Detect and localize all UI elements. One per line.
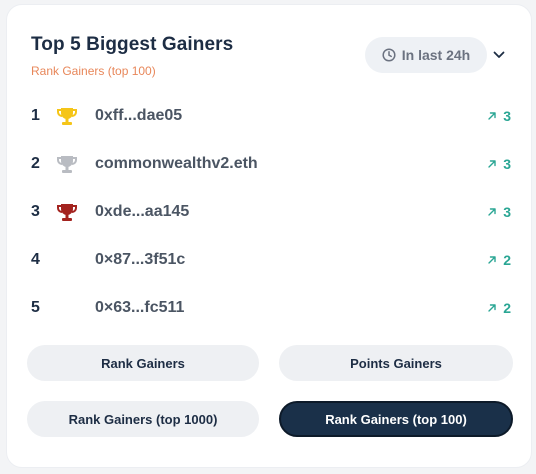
gainer-row-1[interactable]: 1 0xff...dae05 3 bbox=[7, 97, 533, 137]
card-subtitle: Rank Gainers (top 100) bbox=[31, 64, 156, 78]
bronze-trophy-icon bbox=[55, 201, 79, 225]
gainer-name[interactable]: 0xff...dae05 bbox=[95, 107, 182, 125]
points-gainers-button[interactable]: Points Gainers bbox=[279, 345, 513, 381]
rank-change-value: 2 bbox=[503, 252, 511, 268]
arrow-up-right-icon bbox=[487, 111, 497, 121]
card-title: Top 5 Biggest Gainers bbox=[31, 34, 234, 55]
period-label: In last 24h bbox=[401, 47, 471, 63]
rank-number: 3 bbox=[31, 203, 40, 220]
rank-change-value: 2 bbox=[503, 300, 511, 316]
rank-number: 1 bbox=[31, 107, 40, 124]
arrow-up-right-icon bbox=[487, 255, 497, 265]
rank-gainers-button[interactable]: Rank Gainers bbox=[27, 345, 259, 381]
gold-trophy-icon bbox=[55, 105, 79, 129]
chevron-down-icon[interactable] bbox=[490, 46, 508, 64]
gainer-name[interactable]: 0xde...aa145 bbox=[95, 203, 189, 221]
arrow-up-right-icon bbox=[487, 159, 497, 169]
rank-number: 5 bbox=[31, 299, 40, 316]
rank-change: 2 bbox=[487, 300, 511, 316]
top-gainers-card: Top 5 Biggest Gainers Rank Gainers (top … bbox=[6, 4, 532, 468]
arrow-up-right-icon bbox=[487, 303, 497, 313]
rank-change: 3 bbox=[487, 204, 511, 220]
gainer-name[interactable]: 0×87...3f51c bbox=[95, 251, 185, 269]
gainer-name[interactable]: 0×63...fc511 bbox=[95, 299, 184, 317]
gainer-row-4[interactable]: 4 0×87...3f51c 2 bbox=[7, 241, 533, 281]
gainer-row-3[interactable]: 3 0xde...aa145 3 bbox=[7, 193, 533, 233]
gainer-row-5[interactable]: 5 0×63...fc511 2 bbox=[7, 289, 533, 329]
rank-gainers-top-1000-button[interactable]: Rank Gainers (top 1000) bbox=[27, 401, 259, 437]
rank-gainers-top-100-button[interactable]: Rank Gainers (top 100) bbox=[279, 401, 513, 437]
rank-change: 3 bbox=[487, 108, 511, 124]
gainer-row-2[interactable]: 2 commonwealthv2.eth 3 bbox=[7, 145, 533, 185]
rank-number: 4 bbox=[31, 251, 40, 268]
rank-change: 3 bbox=[487, 156, 511, 172]
rank-change-value: 3 bbox=[503, 108, 511, 124]
silver-trophy-icon bbox=[55, 153, 79, 177]
arrow-up-right-icon bbox=[487, 207, 497, 217]
rank-change-value: 3 bbox=[503, 204, 511, 220]
clock-icon bbox=[382, 48, 396, 62]
rank-change: 2 bbox=[487, 252, 511, 268]
rank-number: 2 bbox=[31, 155, 40, 172]
period-selector[interactable]: In last 24h bbox=[365, 37, 487, 73]
gainer-name[interactable]: commonwealthv2.eth bbox=[95, 155, 258, 173]
rank-change-value: 3 bbox=[503, 156, 511, 172]
